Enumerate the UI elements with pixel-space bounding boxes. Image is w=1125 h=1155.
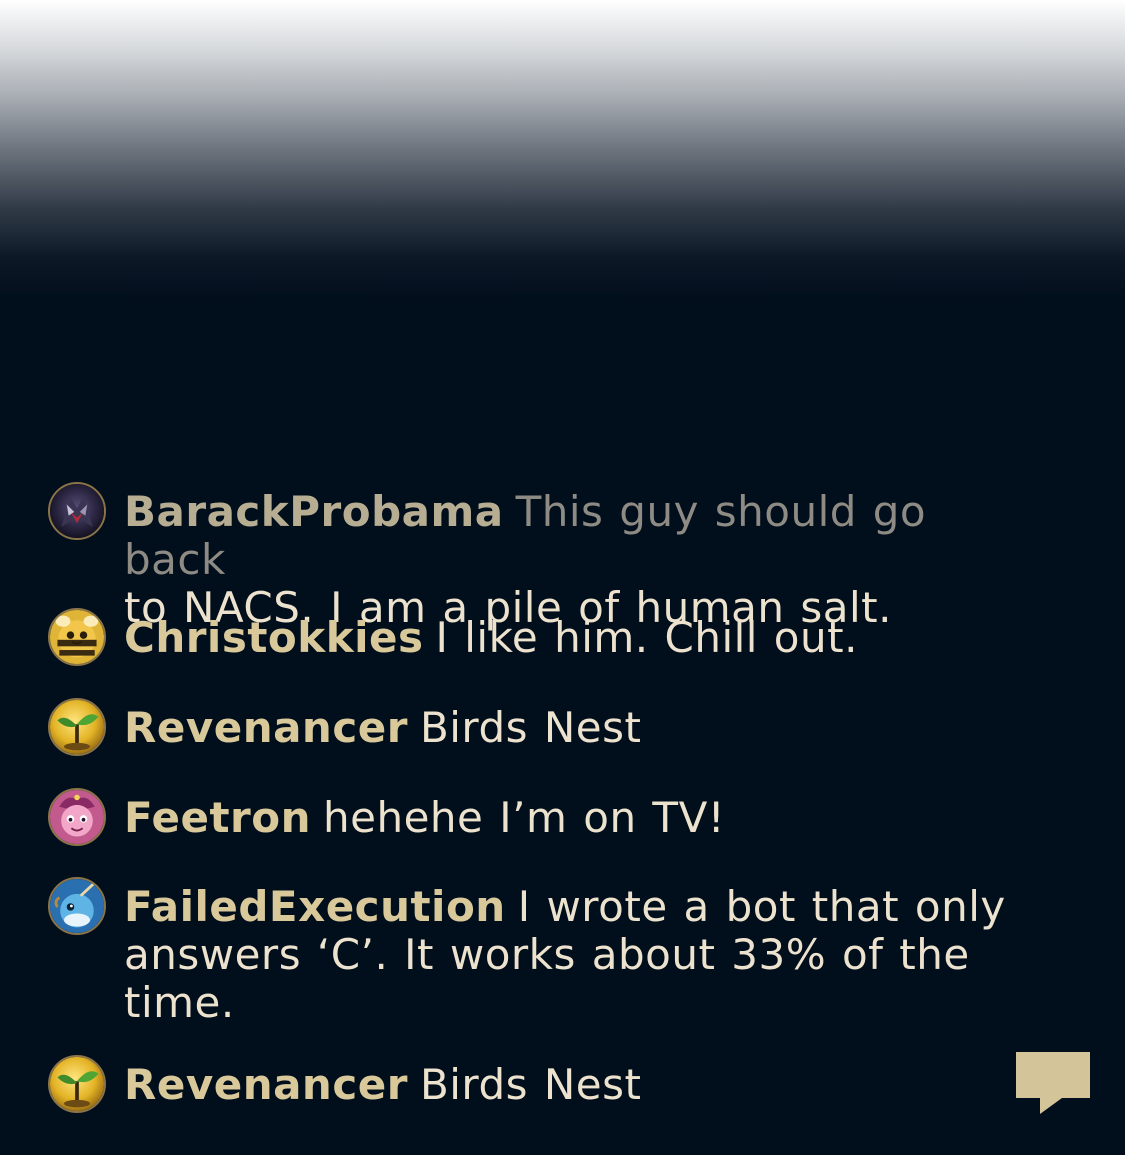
chat-username[interactable]: FailedExecution (124, 882, 506, 931)
chat-message-text: Revenancer Birds Nest (124, 1061, 1024, 1109)
chat-username[interactable]: Christokkies (124, 613, 424, 662)
chat-message-body: Birds Nest (419, 1060, 642, 1109)
chat-message-list: BarackProbama This guy should go back to … (0, 0, 1125, 1155)
chat-message-body: Birds Nest (419, 703, 642, 752)
chat-username[interactable]: Feetron (124, 793, 311, 842)
chat-message-text: Christokkies I like him. Chill out. (124, 614, 1024, 662)
chat-overlay: BarackProbama This guy should go back to … (0, 0, 1125, 1155)
sprout-portrait-icon (48, 1055, 106, 1113)
chat-username[interactable]: BarackProbama (124, 487, 504, 536)
chat-message-text: Revenancer Birds Nest (124, 704, 1024, 752)
chat-username[interactable]: Revenancer (124, 703, 408, 752)
dark-champion-portrait-icon (48, 482, 106, 540)
chat-username[interactable]: Revenancer (124, 1060, 408, 1109)
chat-toggle-button[interactable] (1016, 1052, 1090, 1116)
sprout-portrait-icon (48, 698, 106, 756)
pink-creature-portrait-icon (48, 788, 106, 846)
chat-message-text: BarackProbama This guy should go back to … (124, 488, 1024, 632)
chat-message-text: FailedExecution I wrote a bot that only a… (124, 883, 1024, 1027)
bee-portrait-icon (48, 608, 106, 666)
speech-bubble-icon (1016, 1052, 1090, 1114)
chat-message-body: hehehe I’m on TV! (323, 793, 726, 842)
chat-message-text: Feetron hehehe I’m on TV! (124, 794, 1024, 842)
narwhal-portrait-icon (48, 877, 106, 935)
chat-message-body: I like him. Chill out. (435, 613, 858, 662)
